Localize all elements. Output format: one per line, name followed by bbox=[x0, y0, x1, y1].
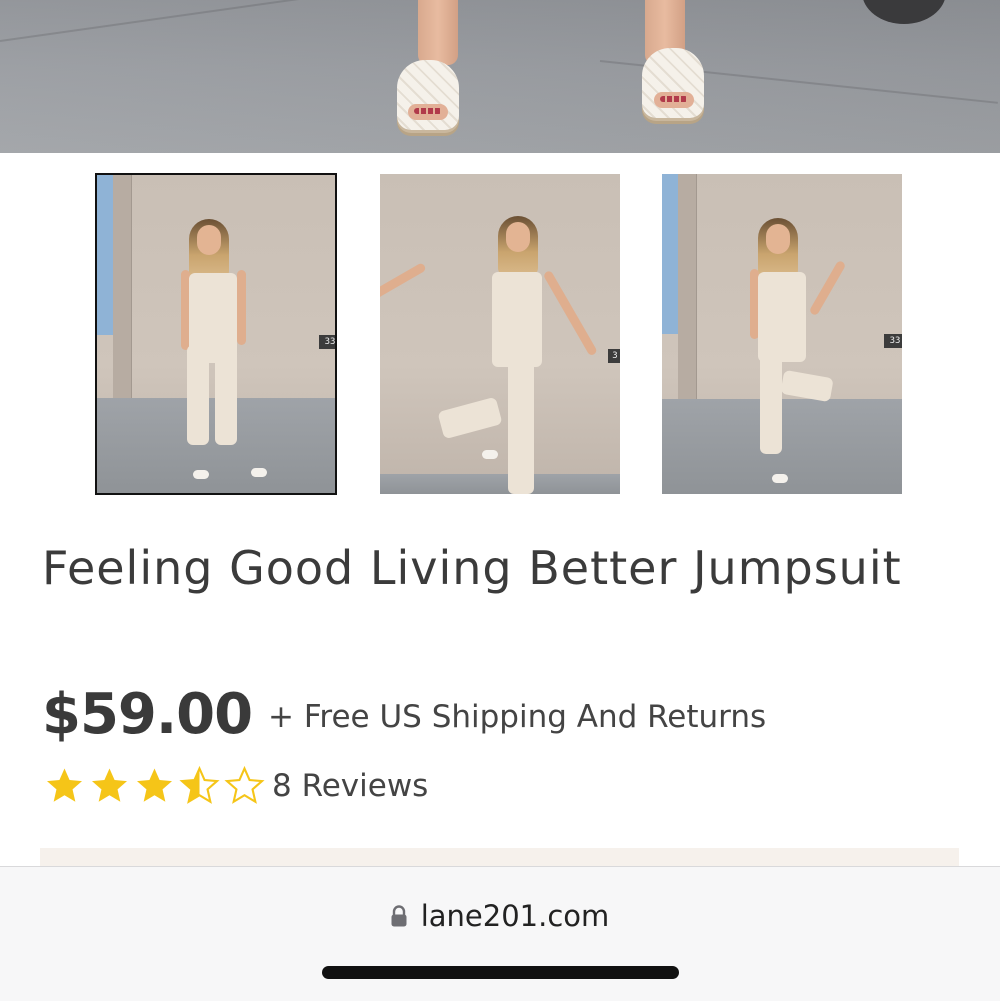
product-main-image[interactable] bbox=[0, 0, 1000, 153]
thumbnail-3[interactable]: 33 bbox=[662, 174, 902, 494]
star-empty-icon bbox=[224, 765, 265, 804]
star-half-icon bbox=[179, 765, 220, 804]
reviews-link[interactable]: 8 Reviews bbox=[272, 766, 428, 806]
star-icon-2 bbox=[92, 768, 127, 802]
lock-icon bbox=[391, 905, 407, 927]
wall-sign: 3 bbox=[608, 349, 620, 363]
wall-sign: 33 bbox=[884, 334, 902, 348]
wall-sign: 33 bbox=[319, 335, 335, 349]
home-indicator[interactable] bbox=[322, 966, 679, 979]
star-icon-3 bbox=[137, 768, 172, 802]
address-bar[interactable]: lane201.com bbox=[0, 896, 1000, 936]
star-icon-1 bbox=[47, 768, 82, 802]
url-text: lane201.com bbox=[420, 899, 610, 933]
thumbnail-2[interactable]: 3 bbox=[380, 174, 620, 494]
shipping-info: + Free US Shipping And Returns bbox=[268, 699, 767, 735]
star-rating[interactable] bbox=[42, 763, 267, 809]
product-price: $59.00 bbox=[42, 682, 253, 747]
product-title: Feeling Good Living Better Jumpsuit bbox=[42, 541, 902, 595]
thumbnail-1[interactable]: 33 bbox=[95, 173, 337, 495]
